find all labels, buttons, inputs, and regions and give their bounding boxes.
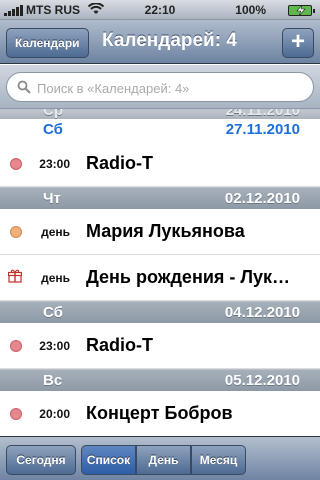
event-title: Radio-T: [86, 153, 153, 173]
add-event-button[interactable]: +: [282, 28, 314, 58]
gift-icon: [8, 269, 22, 283]
charging-bolt-icon: [296, 5, 306, 16]
calendar-color-dot: [10, 158, 22, 170]
event-title: Концерт Бобров: [86, 403, 233, 423]
section-weekday: Сб: [43, 304, 63, 321]
section-header: Вс 05.12.2010: [0, 369, 320, 391]
section-header: Ср 24.11.2010: [0, 109, 320, 119]
event-time: 23:00: [39, 339, 70, 353]
bottom-toolbar: Сегодня Список День Месяц: [0, 436, 320, 480]
status-bar: MTS RUS 22:10 100%: [0, 0, 320, 20]
section-weekday: Сб: [43, 121, 63, 138]
search-input[interactable]: [37, 77, 307, 99]
search-bar: [0, 65, 320, 109]
calendar-color-dot: [10, 408, 22, 420]
calendar-color-dot: [10, 226, 22, 238]
navigation-bar: Календари Календарей: 4 +: [0, 20, 320, 64]
event-list[interactable]: Ср 24.11.2010 Сб 27.11.2010 23:00 Radio-…: [0, 109, 320, 442]
search-field[interactable]: [6, 72, 314, 102]
event-row[interactable]: день День рождения - Лук…: [0, 255, 320, 301]
event-title: Мария Лукьянова: [86, 221, 245, 241]
event-row[interactable]: 20:00 Концерт Бобров: [0, 391, 320, 437]
section-date: 02.12.2010: [224, 190, 300, 207]
battery-icon: [288, 5, 315, 16]
search-icon: [17, 80, 31, 94]
event-time: 23:00: [39, 157, 70, 171]
page-title: Календарей: 4: [102, 30, 237, 51]
section-weekday: Вс: [43, 372, 63, 389]
section-header: Сб 04.12.2010: [0, 301, 320, 323]
section-date: 05.12.2010: [224, 372, 300, 389]
section-header: Чт 02.12.2010: [0, 187, 320, 209]
section-weekday: Ср: [43, 109, 63, 119]
event-time: день: [41, 225, 70, 239]
section-date: 27.11.2010: [225, 121, 300, 138]
event-title: День рождения - Лук…: [86, 267, 291, 287]
battery-percent: 100%: [235, 3, 266, 17]
section-date: 24.11.2010: [225, 109, 300, 119]
event-time: 20:00: [39, 407, 70, 421]
calendars-button[interactable]: Календари: [6, 28, 89, 58]
calendar-color-dot: [10, 340, 22, 352]
event-row[interactable]: 23:00 Radio-T: [0, 141, 320, 187]
event-row[interactable]: день Мария Лукьянова: [0, 209, 320, 255]
section-weekday: Чт: [43, 190, 61, 207]
event-time: день: [41, 271, 70, 285]
section-date: 04.12.2010: [224, 304, 300, 321]
section-header-today: Сб 27.11.2010: [0, 119, 320, 141]
today-button[interactable]: Сегодня: [6, 445, 76, 475]
view-list-segment[interactable]: Список: [81, 445, 136, 475]
event-title: Radio-T: [86, 335, 153, 355]
view-day-segment[interactable]: День: [136, 445, 191, 475]
event-row[interactable]: 23:00 Radio-T: [0, 323, 320, 369]
view-month-segment[interactable]: Месяц: [191, 445, 246, 475]
clock: 22:10: [144, 3, 176, 17]
